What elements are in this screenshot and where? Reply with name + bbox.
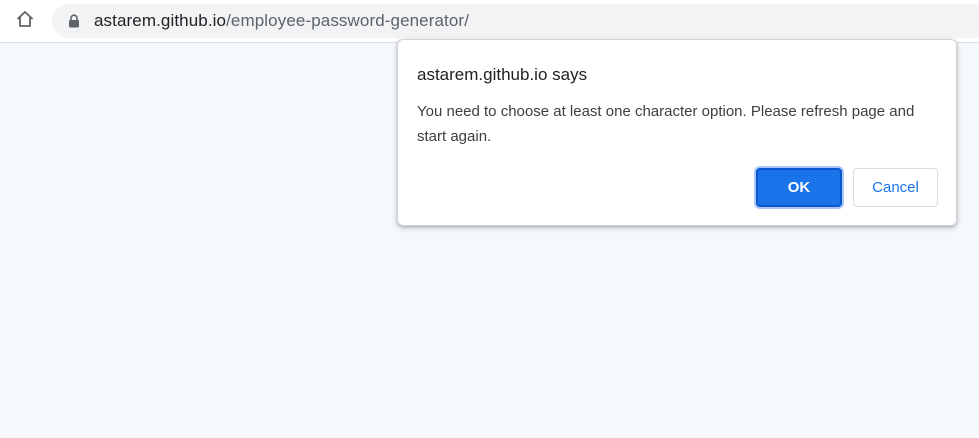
url-path: /employee-password-generator/ <box>226 11 470 30</box>
url-text[interactable]: astarem.github.io/employee-password-gene… <box>94 11 469 31</box>
browser-toolbar: astarem.github.io/employee-password-gene… <box>0 0 979 43</box>
address-bar[interactable]: astarem.github.io/employee-password-gene… <box>52 4 979 38</box>
home-icon <box>15 9 35 34</box>
home-button[interactable] <box>10 6 40 36</box>
url-host: astarem.github.io <box>94 11 227 30</box>
ok-button[interactable]: OK <box>756 168 842 207</box>
alert-dialog: astarem.github.io says You need to choos… <box>397 39 957 226</box>
cancel-button[interactable]: Cancel <box>853 168 938 207</box>
dialog-message: You need to choose at least one characte… <box>417 103 915 145</box>
dialog-title: astarem.github.io says <box>417 65 588 84</box>
lock-icon[interactable] <box>67 14 81 28</box>
